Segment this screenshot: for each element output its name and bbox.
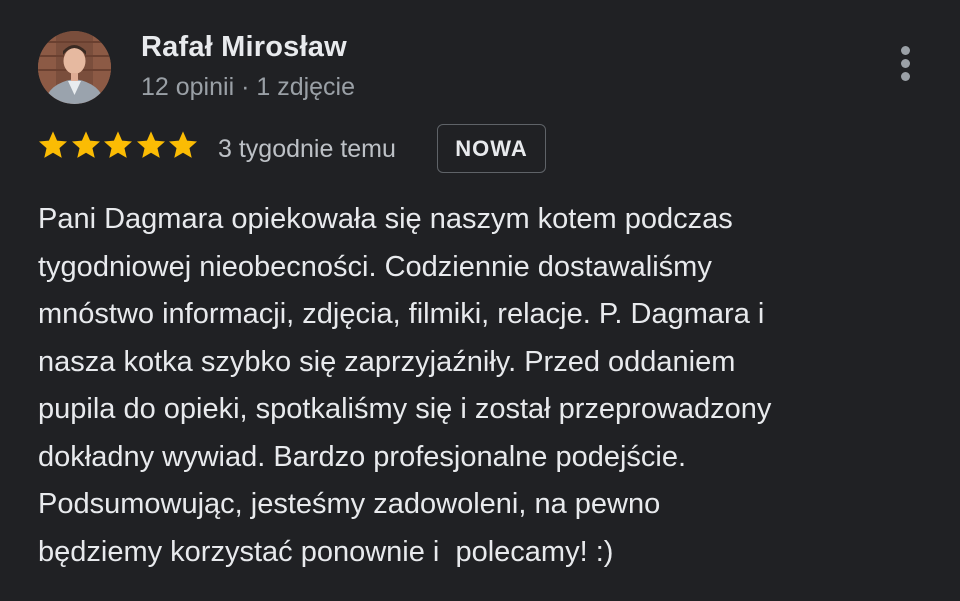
review-text-line: dokładny wywiad. Bardzo profesjonalne po… bbox=[38, 440, 687, 473]
review-text-line: tygodniowej nieobecności. Codziennie dos… bbox=[38, 250, 712, 283]
star-icon bbox=[39, 131, 67, 158]
more-vert-icon-dot bbox=[901, 72, 910, 81]
review-text-line: mnóstwo informacji, zdjęcia, filmiki, re… bbox=[38, 298, 765, 330]
more-vert-icon bbox=[901, 46, 910, 55]
star-icon bbox=[104, 131, 132, 158]
more-vert-icon-dot bbox=[901, 59, 910, 68]
star-icon bbox=[71, 131, 100, 158]
review-text-line: będziemy korzystać ponownie i polecamy! … bbox=[38, 535, 614, 568]
more-options-button[interactable] bbox=[888, 44, 924, 84]
avatar[interactable] bbox=[38, 31, 111, 104]
review-text-line: pupila do opieki, spotkaliśmy się i zost… bbox=[38, 393, 772, 425]
profile-photo bbox=[38, 31, 111, 104]
review-text-line: nasza kotka szybko się zaprzyjaźniły. Pr… bbox=[38, 345, 736, 378]
new-badge: NOWA bbox=[437, 124, 546, 173]
review-date: 3 tygodnie temu bbox=[218, 135, 396, 163]
review-text-line: Pani Dagmara opiekowała się naszym kotem… bbox=[38, 203, 733, 235]
review-text-line: Podsumowując, jesteśmy zadowoleni, na pe… bbox=[38, 488, 661, 520]
star-icon bbox=[169, 131, 197, 158]
review-card: Rafał Mirosław 12 opinii · 1 zdjęcie 3 t… bbox=[0, 0, 960, 601]
author-stats: 12 opinii · 1 zdjęcie bbox=[141, 73, 356, 101]
author-name[interactable]: Rafał Mirosław bbox=[141, 31, 347, 64]
review-text: Pani Dagmara opiekowała się naszym kotem… bbox=[38, 196, 928, 576]
star-rating bbox=[37, 128, 200, 166]
star-icon bbox=[136, 131, 165, 158]
